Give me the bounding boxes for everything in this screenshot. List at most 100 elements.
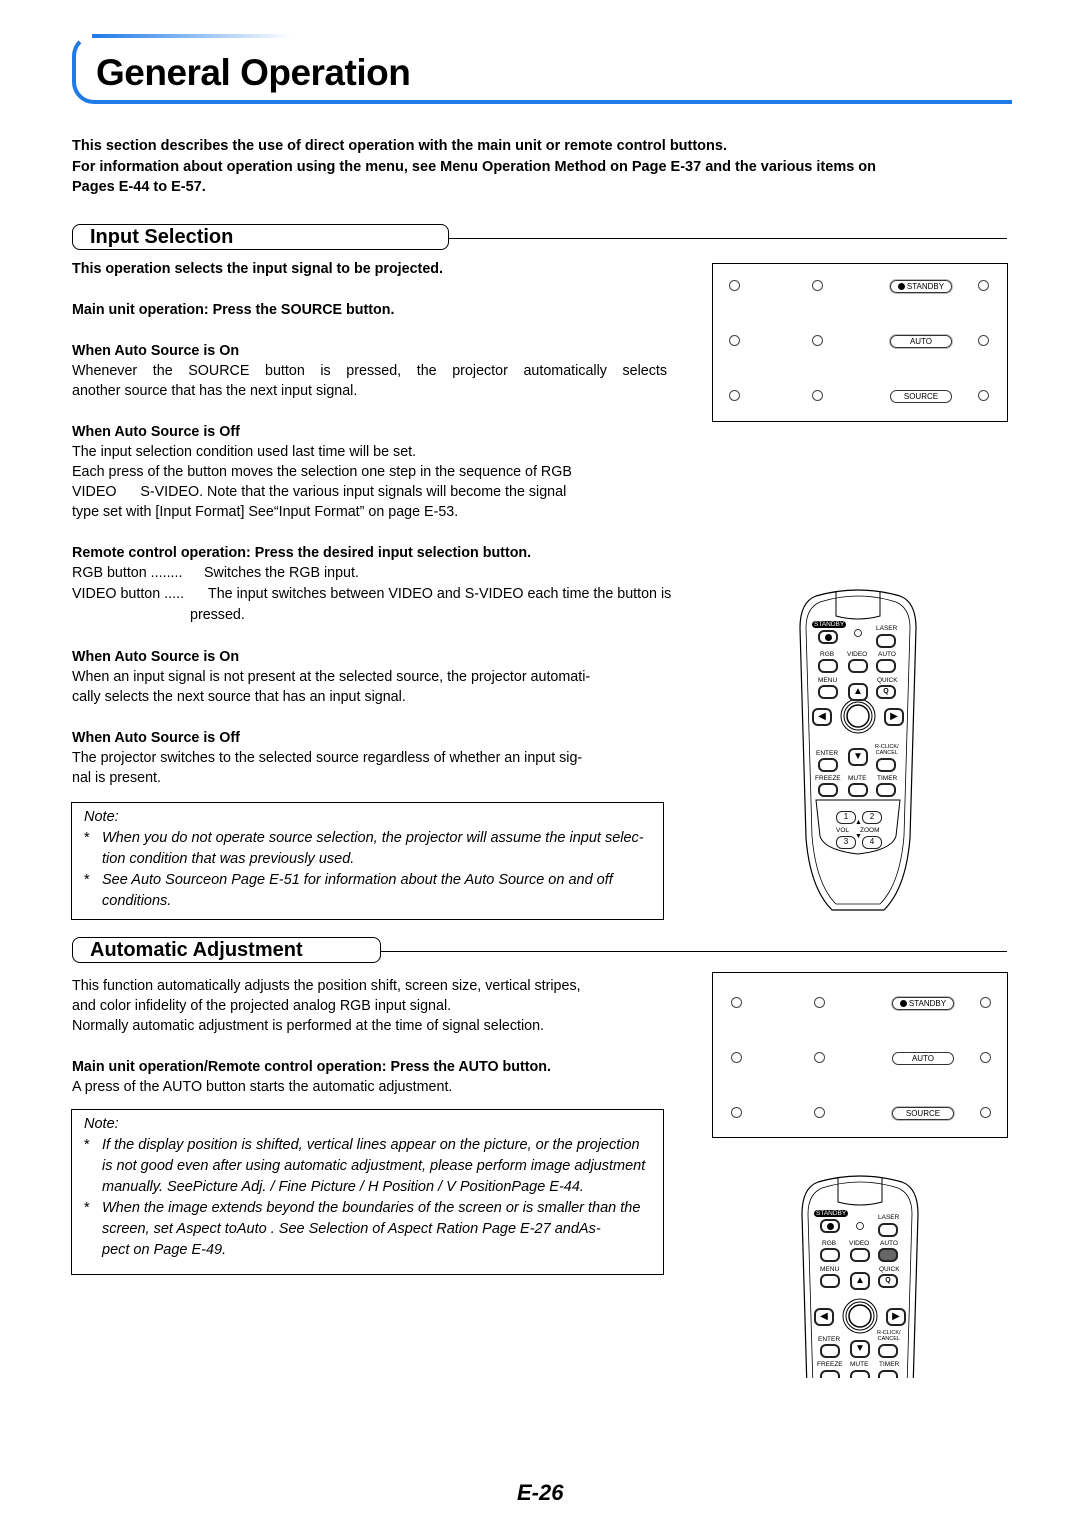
indicator-led [729,390,740,401]
remote-left-button[interactable]: ◀ [812,708,832,726]
main-unit-panel-auto: STANDBY AUTO SOURCE [712,972,1008,1138]
remote-down-button[interactable]: ▼ [848,748,868,766]
section-heading-automatic-adjustment: Automatic Adjustment [72,937,381,963]
remote-rclick-button[interactable] [878,1344,898,1358]
label-quick: QUICK [879,1266,900,1273]
arrow-left-icon: ◀ [818,711,826,722]
remote-key-2[interactable]: 2 [862,811,882,824]
intro-line-2: For information about operation using th… [72,158,877,175]
arrow-left-icon: ◀ [820,1311,828,1322]
remote-auto-button[interactable] [876,659,896,673]
label-line: CANCEL [875,750,898,756]
auto-button[interactable]: AUTO [892,1052,954,1065]
remote-timer-button[interactable] [878,1370,898,1378]
remote-up-button[interactable]: ▲ [850,1272,870,1290]
remote-video-button[interactable] [848,659,868,673]
remote-control-input: STANDBY LASER RGB VIDEO AUTO MENU ▲ QUIC… [798,588,918,913]
source-button[interactable]: SOURCE [892,1107,954,1120]
auto-on-text-2: another source that has the next input s… [72,383,358,399]
note-item-line: If the display position is shifted, vert… [102,1137,640,1153]
indicator-led [814,1052,825,1063]
remote-standby-button[interactable] [820,1219,840,1233]
remote-timer-button[interactable] [876,783,896,797]
remote-down-button[interactable]: ▼ [850,1340,870,1358]
remote-laser-button[interactable] [878,1223,898,1237]
remote-video-button[interactable] [850,1248,870,1262]
remote-mute-button[interactable] [850,1370,870,1378]
section-rule [449,238,1007,239]
note-item-line: tion condition that was previously used. [102,851,355,867]
remote-freeze-button[interactable] [818,783,838,797]
section-heading-input-selection: Input Selection [72,224,449,250]
indicator-led [731,997,742,1008]
auto-adj-text-2: and color infidelity of the projected an… [72,998,452,1014]
indicator-led [814,1107,825,1118]
auto-on-text-1: Whenever the SOURCE button is pressed, t… [72,363,667,379]
arrow-down-small-icon: ▼ [855,833,862,840]
remote-auto-button-highlighted[interactable] [878,1248,898,1262]
intro-line-3: Pages E-44 to E-57. [72,179,206,195]
remote-rgb-button[interactable] [820,1248,840,1262]
remote-key-1[interactable]: 1 [836,811,856,824]
indicator-led [812,280,823,291]
indicator-led [731,1052,742,1063]
note-item: * When the image extends beyond the boun… [84,1198,663,1261]
indicator-led [731,1107,742,1118]
remote-key-3[interactable]: 3 [836,836,856,849]
remote-off-text-2: nal is present. [72,770,162,786]
indicator-led [978,390,989,401]
label-timer: TIMER [877,775,898,782]
remote-key-4[interactable]: 4 [862,836,882,849]
label-auto: AUTO [880,1240,898,1247]
remote-up-button[interactable]: ▲ [848,683,868,701]
auto-button[interactable]: AUTO [890,335,952,348]
label-mute: MUTE [850,1361,869,1368]
remote-rclick-button[interactable] [876,758,896,772]
remote-enter-button[interactable] [820,1344,840,1358]
label-enter: ENTER [818,1336,841,1343]
remote-right-button[interactable]: ▶ [884,708,904,726]
note-box-auto: Note: * If the display position is shift… [71,1109,664,1275]
remote-quick-button[interactable]: Q [878,1274,898,1288]
remote-menu-button[interactable] [820,1274,840,1288]
remote-enter-button[interactable] [818,758,838,772]
source-button[interactable]: SOURCE [890,390,952,403]
note-item-line: pect on Page E-49. [102,1242,227,1258]
remote-quick-button[interactable]: Q [876,685,896,699]
indicator-led [812,390,823,401]
indicator-led [978,335,989,346]
standby-button[interactable]: STANDBY [890,280,952,293]
button-label: STANDBY [908,999,947,1008]
page-number: E-26 [517,1480,564,1505]
main-unit-heading: Main unit operation: Press the SOURCE bu… [72,302,395,318]
remote-control-auto: STANDBY LASER RGB VIDEO AUTO MENU ▲ QUIC… [800,1174,920,1378]
remote-right-button[interactable]: ▶ [886,1308,906,1326]
remote-rgb-button[interactable] [818,659,838,673]
label-rgb: RGB [822,1240,837,1247]
label-freeze: FREEZE [815,775,841,782]
remote-laser-button[interactable] [876,634,896,648]
remote-freeze-button[interactable] [820,1370,840,1378]
note-item-line: is not good even after using automatic a… [102,1158,646,1174]
bullet-asterisk: * [84,1200,90,1216]
remote-left-button[interactable]: ◀ [814,1308,834,1326]
note-item-line: See Auto Sourceon Page E-51 for informat… [102,872,613,888]
auto-adj-op-heading: Main unit operation/Remote control opera… [72,1059,551,1075]
auto-adj-text-3: Normally automatic adjustment is perform… [72,1018,545,1034]
indicator-led [980,1052,991,1063]
remote-standby-button[interactable] [818,630,838,644]
intro-line-1: This section describes the use of direct… [72,138,727,154]
main-unit-panel-input: STANDBY AUTO SOURCE [712,263,1008,422]
auto-off-heading: When Auto Source is Off [72,424,240,440]
label-standby: STANDBY [814,1210,849,1217]
remote-mute-button[interactable] [848,783,868,797]
arrow-right-icon: ▶ [890,711,898,722]
page-title: General Operation [96,52,411,93]
standby-button[interactable]: STANDBY [892,997,954,1010]
label-menu: MENU [818,677,838,684]
button-label: STANDBY [906,282,945,291]
note-item-line: screen, set Aspect toAuto . See Selectio… [102,1221,601,1237]
remote-menu-button[interactable] [818,685,838,699]
remote-off-heading: When Auto Source is Off [72,730,240,746]
bullet-asterisk: * [84,1137,90,1153]
